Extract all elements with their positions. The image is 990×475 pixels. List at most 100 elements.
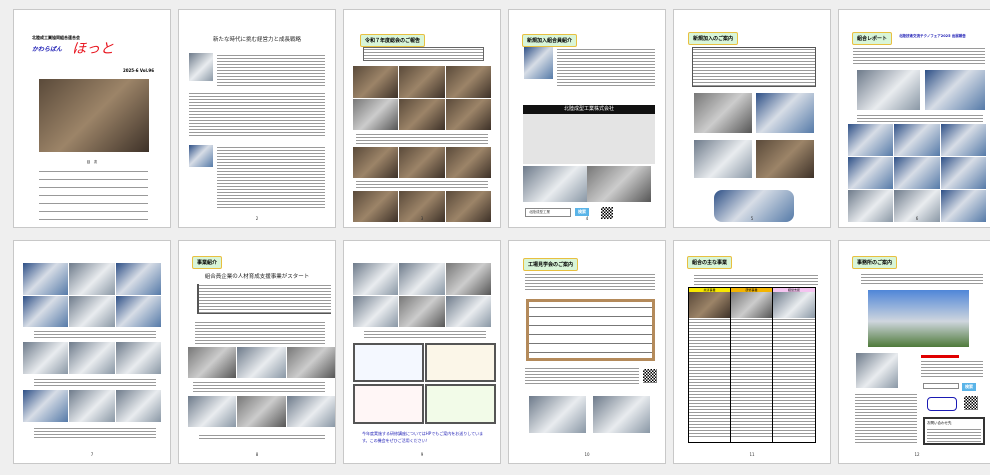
office-building-photo [868, 290, 969, 347]
body-text [199, 434, 325, 440]
report-subtitle: 北陸技術交流テクノフェア2025 出展報告 [899, 34, 966, 38]
portrait-photo [189, 53, 213, 81]
notice-text: 今年度実施する研修講座についてはHPでもご案内をお送りしています。この機会をぜひ… [362, 431, 484, 443]
highlight-label [921, 355, 959, 358]
body-text [525, 273, 655, 291]
page-thumbnail-7[interactable]: 7 [13, 240, 171, 464]
section-tag: 新規加入のご案内 [688, 32, 739, 45]
page-thumbnail-12[interactable]: 事務所のご案内 検索 お問い合わせ先 12 [838, 240, 990, 464]
booth-photo-gallery [23, 263, 161, 327]
qr-code-icon [964, 396, 978, 410]
toc-title: 目 次 [86, 160, 98, 164]
section-tag: 令和７年度総会のご報告 [360, 34, 426, 47]
seminar-photo-gallery [188, 347, 335, 378]
page-thumbnail-1[interactable]: 北陸成工業協同組合連合会 かわらばん ほっと 2025-6 Vol.96 目 次 [13, 9, 171, 228]
body-text [861, 273, 983, 285]
body-text [217, 54, 325, 86]
intro-box [197, 284, 331, 314]
page-number: 10 [584, 452, 590, 457]
factory-photo [593, 396, 650, 433]
caption [34, 378, 156, 388]
page-number: 11 [749, 452, 755, 457]
portrait-photo [189, 145, 213, 167]
group-photo [756, 140, 814, 178]
company-info-table [523, 114, 655, 164]
portrait-photo [524, 47, 553, 79]
page-number: 8 [255, 452, 259, 457]
caption [34, 330, 156, 340]
page-thumbnail-2[interactable]: 新たな時代に挑む経営力と成長戦略 2 [178, 9, 336, 228]
search-input[interactable] [923, 383, 959, 389]
caption [364, 330, 486, 338]
body-text [694, 274, 818, 286]
body-text [34, 427, 156, 439]
page-thumbnail-11[interactable]: 組合の主な事業 共済事業 研修事業 経営支援 11 [673, 240, 831, 464]
booth-photo-gallery [848, 124, 986, 222]
contact-box: お問い合わせ先 [923, 417, 985, 445]
newsletter-title-prefix: かわらばん [32, 46, 63, 53]
caption [356, 133, 488, 145]
page-number: 2 [255, 216, 259, 221]
signboard-photo [925, 70, 985, 110]
venue-photo [857, 70, 920, 110]
search-button[interactable]: 検索 [962, 383, 976, 391]
meeting-photo [694, 140, 752, 178]
page-thumbnail-grid: 北陸成工業協同組合連合会 かわらばん ほっと 2025-6 Vol.96 目 次… [13, 9, 990, 464]
factory-photo [587, 166, 651, 202]
booth-photo-gallery [23, 342, 161, 374]
course-flyer [425, 343, 496, 382]
table-of-contents [39, 166, 148, 221]
course-flyer [425, 384, 496, 424]
factory-aerial-photo [529, 396, 586, 433]
page-thumbnail-6[interactable]: 組合レポート 北陸技術交流テクノフェア2025 出展報告 6 [838, 9, 990, 228]
page-heading: 組合員企業の人材育成支援事業がスタート [204, 274, 310, 280]
history-photo [694, 93, 752, 133]
page-thumbnail-8[interactable]: 事業紹介 組合員企業の人材育成支援事業がスタート 8 [178, 240, 336, 464]
page-number: 6 [915, 216, 919, 221]
section-tag: 工場見学会のご案内 [523, 258, 579, 271]
page-thumbnail-4[interactable]: 新規加入組合員紹介 北陸成型工業株式会社 北陸成型工業 検索 4 [508, 9, 666, 228]
body-text [217, 146, 325, 208]
page-thumbnail-9[interactable]: 今年度実施する研修講座についてはHPでもご案内をお送りしています。この機会をぜひ… [343, 240, 501, 464]
speech-bubble [927, 397, 957, 411]
search-button[interactable]: 検索 [575, 208, 589, 216]
page-number: 12 [914, 452, 920, 457]
page-number: 3 [420, 216, 424, 221]
body-text [189, 92, 325, 138]
body-text [921, 360, 983, 378]
contact-title: お問い合わせ先 [927, 421, 952, 425]
company-banner: 北陸成型工業株式会社 [523, 105, 655, 114]
course-flyer [353, 343, 424, 382]
page-thumbnail-3[interactable]: 令和７年度総会のご報告 3 [343, 9, 501, 228]
issue-number: 2025-6 Vol.96 [122, 68, 154, 73]
booth-photo-gallery [23, 390, 161, 422]
intro-box [363, 47, 484, 61]
body-text [525, 367, 639, 385]
newsletter-title: ほっと [72, 41, 114, 57]
section-tag: 新規加入組合員紹介 [522, 34, 578, 47]
body-text [557, 48, 655, 88]
page-number: 9 [420, 452, 424, 457]
section-tag: 事務所のご案内 [852, 256, 898, 269]
factory-photo [523, 166, 587, 202]
photo-gallery [353, 147, 491, 178]
page-thumbnail-5[interactable]: 新規加入のご案内 5 [673, 9, 831, 228]
cover-photo [39, 79, 149, 152]
body-text [853, 47, 985, 64]
caption [356, 180, 488, 188]
business-table: 共済事業 研修事業 経営支援 [688, 287, 816, 443]
office-interior-photo [856, 353, 898, 388]
seminar-photo-gallery [188, 396, 335, 427]
course-flyer [353, 384, 424, 424]
qr-code-icon [643, 369, 657, 383]
event-details-board [526, 299, 655, 361]
event-photo [756, 93, 814, 133]
section-tag: 組合の主な事業 [687, 256, 733, 269]
page-thumbnail-10[interactable]: 工場見学会のご案内 10 [508, 240, 666, 464]
page-number: 7 [90, 452, 94, 457]
section-tag: 事業紹介 [192, 256, 223, 269]
page-number: 5 [750, 216, 754, 221]
body-text [195, 321, 325, 345]
page-number: 4 [585, 216, 589, 221]
body-text [855, 393, 917, 445]
